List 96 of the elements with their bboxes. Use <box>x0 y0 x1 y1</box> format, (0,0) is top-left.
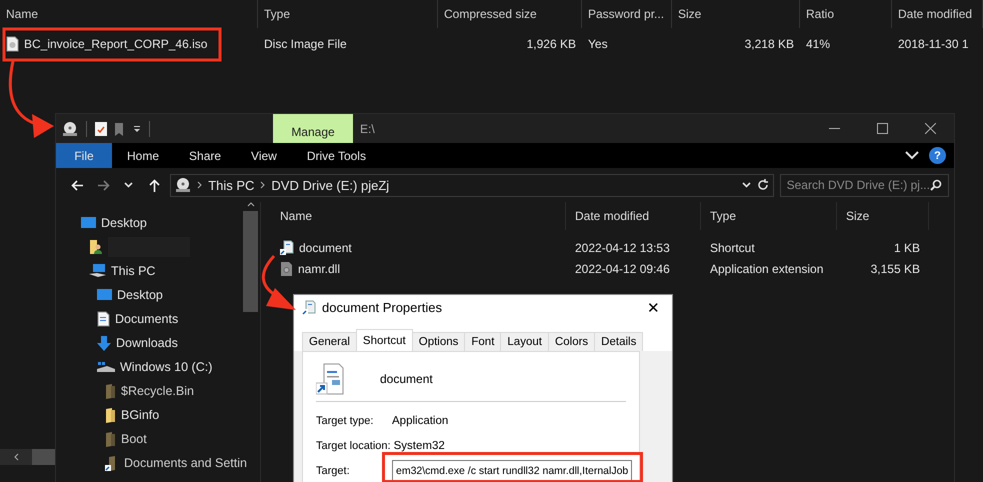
refresh-icon[interactable] <box>756 179 769 191</box>
scrollbar-thumb[interactable] <box>243 211 258 312</box>
table-cell: Yes <box>588 37 608 51</box>
shortcut-name: document <box>380 372 433 386</box>
chevron-down-icon[interactable] <box>742 182 751 188</box>
breadcrumb[interactable]: This PC <box>208 178 254 192</box>
scrollbar-thumb[interactable] <box>32 449 55 465</box>
table-cell: Application extension <box>710 262 824 276</box>
nav-item[interactable]: Downloads <box>116 336 178 350</box>
field-value: Application <box>392 414 448 426</box>
dropdown-icon[interactable] <box>133 124 141 132</box>
table-cell: Shortcut <box>710 240 755 254</box>
nav-item[interactable]: $Recycle.Bin <box>121 384 194 398</box>
nav-item[interactable]: BGinfo <box>121 408 160 422</box>
column-header[interactable]: Size <box>837 202 929 230</box>
chevron-up-icon[interactable] <box>246 202 254 207</box>
target-field[interactable]: em32\cmd.exe /c start rundll32 namr.dll,IternalJob <box>392 460 632 481</box>
dialog-tab[interactable]: Font <box>464 332 502 351</box>
help-button[interactable]: ? <box>929 147 946 164</box>
file-name: BC_invoice_Report_CORP_46.iso <box>24 37 208 51</box>
disc-file-icon <box>6 36 19 52</box>
column-header[interactable]: Name <box>261 202 566 230</box>
shortcut-document-icon <box>280 240 294 256</box>
shortcut-document-icon <box>302 300 316 316</box>
window-title: E:\ <box>360 122 375 136</box>
nav-item[interactable]: Boot <box>121 432 147 446</box>
column-header[interactable]: Date modified <box>892 0 983 28</box>
back-arrow-icon[interactable] <box>71 180 84 190</box>
nav-item[interactable]: Desktop <box>117 288 163 302</box>
search-icon <box>930 179 942 191</box>
documents-icon <box>97 311 110 327</box>
column-header[interactable]: Type <box>258 0 438 28</box>
dialog-title: document Properties <box>322 300 442 316</box>
computer-icon <box>89 264 106 278</box>
field-label: Target location: <box>316 440 391 452</box>
forward-arrow-icon[interactable] <box>96 180 110 190</box>
close-button[interactable]: ✕ <box>647 298 664 317</box>
table-cell: 41% <box>806 37 830 51</box>
address-bar[interactable]: This PC DVD Drive (E:) pjeZj <box>170 174 774 196</box>
breadcrumb[interactable]: DVD Drive (E:) pjeZj <box>271 178 390 192</box>
download-arrow-icon <box>97 336 111 350</box>
chevron-down-icon[interactable] <box>124 182 134 188</box>
maximize-icon[interactable] <box>876 123 888 134</box>
table-cell: Disc Image File <box>264 37 347 51</box>
nav-item[interactable]: Documents and Settin <box>124 456 247 470</box>
close-icon[interactable] <box>924 123 936 134</box>
properties-icon[interactable] <box>95 122 107 136</box>
table-cell: 2022-04-12 13:53 <box>575 240 670 254</box>
table-cell: 1,926 KB <box>526 37 576 51</box>
ribbon-tab[interactable]: Home <box>112 143 174 168</box>
disc-icon <box>175 177 192 193</box>
drive-icon <box>97 360 115 374</box>
dialog-tab[interactable]: Details <box>594 332 644 351</box>
column-header[interactable]: Compressed size <box>438 0 582 28</box>
chevron-left-icon[interactable] <box>14 453 18 461</box>
user-folder-icon <box>89 239 103 255</box>
annotation-arrow <box>262 255 296 310</box>
file-name: document <box>299 240 352 254</box>
chevron-down-icon[interactable] <box>905 151 919 160</box>
table-cell: 3,218 KB <box>744 37 794 51</box>
ribbon-tab[interactable]: Share <box>174 143 236 168</box>
column-header[interactable]: Type <box>701 202 837 230</box>
minimize-icon[interactable] <box>828 128 840 129</box>
dialog-tab[interactable]: General <box>302 332 357 351</box>
search-field[interactable]: Search DVD Drive (E:) pj... <box>780 174 949 196</box>
nav-item[interactable]: Desktop <box>101 216 147 230</box>
table-cell: 2018-11-30 1 <box>898 37 968 51</box>
table-cell: 2022-04-12 09:46 <box>575 262 670 276</box>
up-arrow-icon[interactable] <box>148 178 160 192</box>
dialog-tab[interactable]: Colors <box>548 332 596 351</box>
chevron-right-icon <box>260 181 266 189</box>
nav-item[interactable]: This PC <box>111 264 156 278</box>
chevron-right-icon <box>197 181 202 189</box>
nav-item[interactable]: Documents <box>115 312 178 326</box>
ribbon-tab[interactable]: Drive Tools <box>292 143 381 168</box>
column-header[interactable]: Size <box>672 0 800 28</box>
nav-item[interactable]: Windows 10 (C:) <box>120 360 212 374</box>
desktop-icon <box>81 217 96 229</box>
disc-icon <box>62 120 78 136</box>
field-label: Target: <box>316 464 351 476</box>
dialog-tab[interactable]: Layout <box>500 332 549 351</box>
column-header[interactable]: Ratio <box>800 0 892 28</box>
field-label: Target type: <box>316 414 374 426</box>
column-header[interactable]: Date modified <box>566 202 701 230</box>
table-cell: 3,155 KB <box>870 262 920 276</box>
context-tab[interactable]: Manage <box>273 114 353 143</box>
column-header[interactable]: Password pr... <box>582 0 672 28</box>
dialog-tab[interactable]: Options <box>412 332 466 351</box>
shortcut-document-icon <box>316 362 344 394</box>
table-cell: 1 KB <box>894 240 920 254</box>
ribbon-tab[interactable]: View <box>236 143 292 168</box>
file-name: namr.dll <box>298 262 340 276</box>
field-value: System32 <box>394 440 445 452</box>
ribbon-tab[interactable]: File <box>56 143 112 168</box>
column-header[interactable]: Name <box>0 0 258 28</box>
desktop-icon <box>97 289 112 301</box>
